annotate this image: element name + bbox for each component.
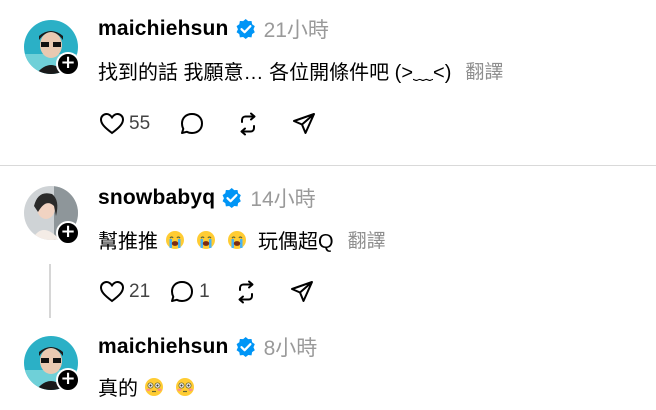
repost-icon (238, 280, 254, 304)
post-body-before: 真的 (98, 378, 138, 400)
timestamp[interactable]: 8小時 (264, 332, 318, 362)
thread-connector-line (49, 264, 51, 318)
like-button[interactable]: 21 (98, 278, 150, 306)
post-header: snowbabyq 14小時 (98, 184, 316, 212)
action-bar: 21 1 (98, 277, 338, 307)
comment-button[interactable]: 1 (168, 278, 210, 306)
crying-face-emoji-icon (166, 230, 184, 249)
comment-icon (171, 281, 194, 302)
timestamp[interactable]: 21小時 (264, 14, 329, 44)
timestamp[interactable]: 14小時 (250, 183, 315, 213)
post-text: 真的 (98, 372, 198, 401)
share-icon (293, 113, 316, 134)
like-count: 21 (129, 281, 151, 302)
action-bar: 55 (98, 109, 340, 139)
share-icon (290, 281, 313, 302)
like-count: 55 (129, 113, 151, 134)
flushed-face-emoji-icon (176, 377, 194, 396)
post-body-after: 玩偶超Q (258, 231, 334, 253)
repost-button[interactable] (232, 278, 260, 306)
share-button[interactable] (290, 110, 318, 138)
post-divider (0, 165, 656, 166)
verified-badge-icon (236, 19, 255, 39)
flushed-face-emoji-icon (145, 377, 163, 396)
heart-icon (99, 280, 125, 303)
follow-plus-icon[interactable]: + (56, 221, 80, 245)
comment-icon (181, 113, 204, 134)
comment-button[interactable] (178, 110, 206, 138)
repost-icon (240, 112, 256, 136)
follow-plus-icon[interactable]: + (56, 52, 80, 76)
post-body: 找到的話 我願意… 各位開條件吧 (>﹏<) (98, 62, 452, 84)
translate-link[interactable]: 翻譯 (465, 57, 503, 84)
translate-link[interactable]: 翻譯 (348, 226, 386, 253)
like-button[interactable]: 55 (98, 110, 150, 138)
verified-badge-icon (236, 337, 255, 357)
post-text: 幫推推 玩偶超Q 翻譯 (98, 225, 386, 254)
comment-count: 1 (199, 281, 210, 302)
repost-button[interactable] (234, 110, 262, 138)
post-body-before: 幫推推 (98, 231, 158, 253)
follow-plus-icon[interactable]: + (56, 368, 80, 392)
crying-face-emoji-icon (197, 230, 215, 249)
post-header: maichiehsun 21小時 (98, 15, 329, 43)
heart-icon (99, 112, 125, 135)
post-text: 找到的話 我願意… 各位開條件吧 (>﹏<) 翻譯 (98, 56, 503, 85)
username[interactable]: maichiehsun (98, 335, 229, 359)
verified-badge-icon (222, 188, 242, 208)
username[interactable]: snowbabyq (98, 186, 215, 210)
crying-face-emoji-icon (228, 230, 246, 249)
share-button[interactable] (288, 278, 316, 306)
post-header: maichiehsun 8小時 (98, 333, 317, 361)
username[interactable]: maichiehsun (98, 17, 229, 41)
